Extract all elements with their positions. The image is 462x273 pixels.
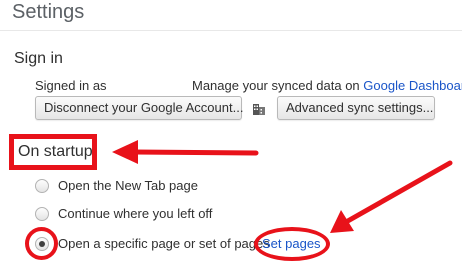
- arrow-to-set-pages: [343, 160, 453, 225]
- radio-new-tab-page[interactable]: [35, 179, 49, 193]
- set-pages-highlight-oval: [254, 227, 330, 261]
- option-specific-pages-label[interactable]: Open a specific page or set of pages: [58, 236, 270, 251]
- page-title: Settings: [12, 1, 85, 23]
- radio-continue-where-left-off[interactable]: [35, 207, 49, 221]
- title-divider: [0, 30, 462, 31]
- signed-in-as-label: Signed in as: [35, 78, 107, 93]
- option-new-tab-page-label[interactable]: Open the New Tab page: [58, 178, 198, 193]
- manage-synced-data-label: Manage your synced data on: [192, 78, 360, 93]
- arrowhead-set-pages: [330, 210, 354, 233]
- on-startup-section-title: On startup: [18, 143, 93, 160]
- sign-in-section-title: Sign in: [14, 50, 63, 67]
- building-icon: [253, 102, 265, 115]
- option-continue-label[interactable]: Continue where you left off: [58, 206, 212, 221]
- manage-synced-data-text: Manage your synced data on Google Dashbo…: [192, 78, 462, 93]
- advanced-sync-settings-button[interactable]: Advanced sync settings...: [277, 96, 435, 120]
- arrow-to-on-startup: [131, 149, 259, 156]
- google-dashboard-link[interactable]: Google Dashboard: [363, 78, 462, 93]
- disconnect-account-button[interactable]: Disconnect your Google Account...: [35, 96, 243, 120]
- radio-highlight-circle: [25, 227, 58, 260]
- arrowhead-on-startup: [112, 140, 138, 164]
